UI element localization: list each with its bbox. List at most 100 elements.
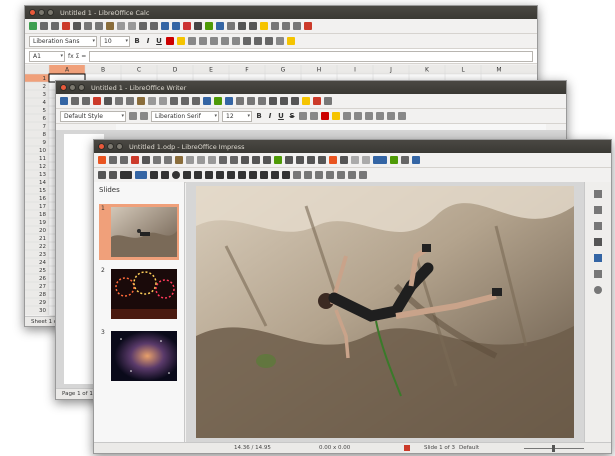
cut-icon[interactable]: [84, 22, 92, 30]
column-header[interactable]: C: [137, 67, 141, 74]
row-header[interactable]: 29: [39, 300, 46, 306]
formula-icons[interactable]: fx Σ =: [68, 53, 86, 60]
align-center-icon[interactable]: [199, 37, 207, 45]
textbox-icon[interactable]: [307, 156, 315, 164]
subscript-icon[interactable]: [310, 112, 318, 120]
spelling-icon[interactable]: [150, 22, 158, 30]
pivot-icon[interactable]: [227, 22, 235, 30]
copy-icon[interactable]: [164, 156, 172, 164]
row-header[interactable]: 18: [39, 212, 46, 218]
ellipse-icon[interactable]: [172, 171, 180, 179]
bold-icon[interactable]: B: [255, 112, 263, 120]
curve-icon[interactable]: [194, 171, 202, 179]
slide-layout-icon[interactable]: [401, 156, 409, 164]
highlight-icon[interactable]: [332, 112, 340, 120]
row-header[interactable]: 16: [39, 196, 46, 202]
new-style-icon[interactable]: [140, 112, 148, 120]
chart-icon[interactable]: [216, 22, 224, 30]
column-header[interactable]: H: [317, 67, 322, 74]
row-header[interactable]: 26: [39, 276, 46, 282]
open-icon[interactable]: [109, 156, 117, 164]
italic-icon[interactable]: I: [144, 37, 152, 45]
name-box[interactable]: A1: [29, 50, 65, 62]
zoom-icon[interactable]: [109, 171, 117, 179]
show-draw-icon[interactable]: [304, 22, 312, 30]
start-current-slide-icon[interactable]: [362, 156, 370, 164]
cut-icon[interactable]: [153, 156, 161, 164]
row-icon[interactable]: [161, 22, 169, 30]
row-header[interactable]: 7: [43, 124, 47, 130]
close-button[interactable]: [60, 84, 67, 91]
select-icon[interactable]: [98, 171, 106, 179]
column-header[interactable]: D: [173, 67, 178, 74]
row-header[interactable]: 8: [43, 132, 47, 138]
flowchart-icon[interactable]: [249, 171, 257, 179]
crop-icon[interactable]: [337, 171, 345, 179]
underline-icon[interactable]: U: [277, 112, 285, 120]
row-header[interactable]: 2: [43, 84, 47, 90]
row-header[interactable]: 4: [43, 100, 47, 106]
display-views-icon[interactable]: [252, 156, 260, 164]
gallery-icon[interactable]: [594, 270, 602, 278]
new-icon[interactable]: [98, 156, 106, 164]
toggle-extrusion-icon[interactable]: [359, 171, 367, 179]
redo-icon[interactable]: [208, 156, 216, 164]
animation-icon[interactable]: [594, 222, 602, 230]
align-center-icon[interactable]: [376, 112, 384, 120]
row-header[interactable]: 10: [39, 148, 46, 154]
cut-icon[interactable]: [115, 97, 123, 105]
table-icon[interactable]: [263, 156, 271, 164]
properties-icon[interactable]: [594, 190, 602, 198]
row-header[interactable]: 21: [39, 236, 46, 242]
borders-icon[interactable]: [276, 37, 284, 45]
font-size-combo[interactable]: 12: [222, 110, 252, 122]
special-char-icon[interactable]: [318, 156, 326, 164]
minimize-button[interactable]: [107, 143, 114, 150]
copy-icon[interactable]: [126, 97, 134, 105]
split-icon[interactable]: [293, 22, 301, 30]
chart-icon[interactable]: [225, 97, 233, 105]
comment-icon[interactable]: [302, 97, 310, 105]
navigator-icon[interactable]: [594, 286, 602, 294]
align-left-icon[interactable]: [365, 112, 373, 120]
row-header[interactable]: 13: [39, 172, 46, 178]
find-icon[interactable]: [139, 22, 147, 30]
row-header[interactable]: 5: [43, 108, 47, 114]
export-pdf-icon[interactable]: [93, 97, 101, 105]
start-first-slide-icon[interactable]: [351, 156, 359, 164]
paste-icon[interactable]: [106, 22, 114, 30]
connector-icon[interactable]: [205, 171, 213, 179]
slide-thumb-2[interactable]: 2: [99, 266, 179, 322]
document-modified-icon[interactable]: [404, 445, 410, 451]
filter-icon[interactable]: [348, 171, 356, 179]
column-header[interactable]: J: [389, 67, 392, 74]
fontwork-icon[interactable]: [329, 156, 337, 164]
fill-color-icon[interactable]: [135, 171, 147, 179]
shapes-icon[interactable]: [324, 97, 332, 105]
page-break-icon[interactable]: [247, 97, 255, 105]
comment-icon[interactable]: [390, 156, 398, 164]
close-button[interactable]: [29, 9, 36, 16]
slide-thumb-3[interactable]: 3: [99, 328, 179, 384]
row-header[interactable]: 19: [39, 220, 46, 226]
shadow-icon[interactable]: [326, 171, 334, 179]
master-slides-icon[interactable]: [594, 238, 602, 246]
row-header[interactable]: 23: [39, 252, 46, 258]
row-header[interactable]: 15: [39, 188, 46, 194]
header-icon[interactable]: [271, 22, 279, 30]
comment-icon[interactable]: [260, 22, 268, 30]
climber-photo[interactable]: [196, 186, 574, 438]
basic-shapes-icon[interactable]: [216, 171, 224, 179]
font-name-combo[interactable]: Liberation Serif: [151, 110, 219, 122]
superscript-icon[interactable]: [299, 112, 307, 120]
print-icon[interactable]: [104, 97, 112, 105]
row-header[interactable]: 9: [43, 140, 47, 146]
column-header[interactable]: M: [496, 67, 501, 74]
undo-icon[interactable]: [148, 97, 156, 105]
display-icon[interactable]: [373, 156, 387, 164]
chart-icon[interactable]: [296, 156, 304, 164]
justify-icon[interactable]: [221, 37, 229, 45]
slide-editor-area[interactable]: [186, 182, 584, 442]
undo-icon[interactable]: [197, 156, 205, 164]
align-right-icon[interactable]: [387, 112, 395, 120]
